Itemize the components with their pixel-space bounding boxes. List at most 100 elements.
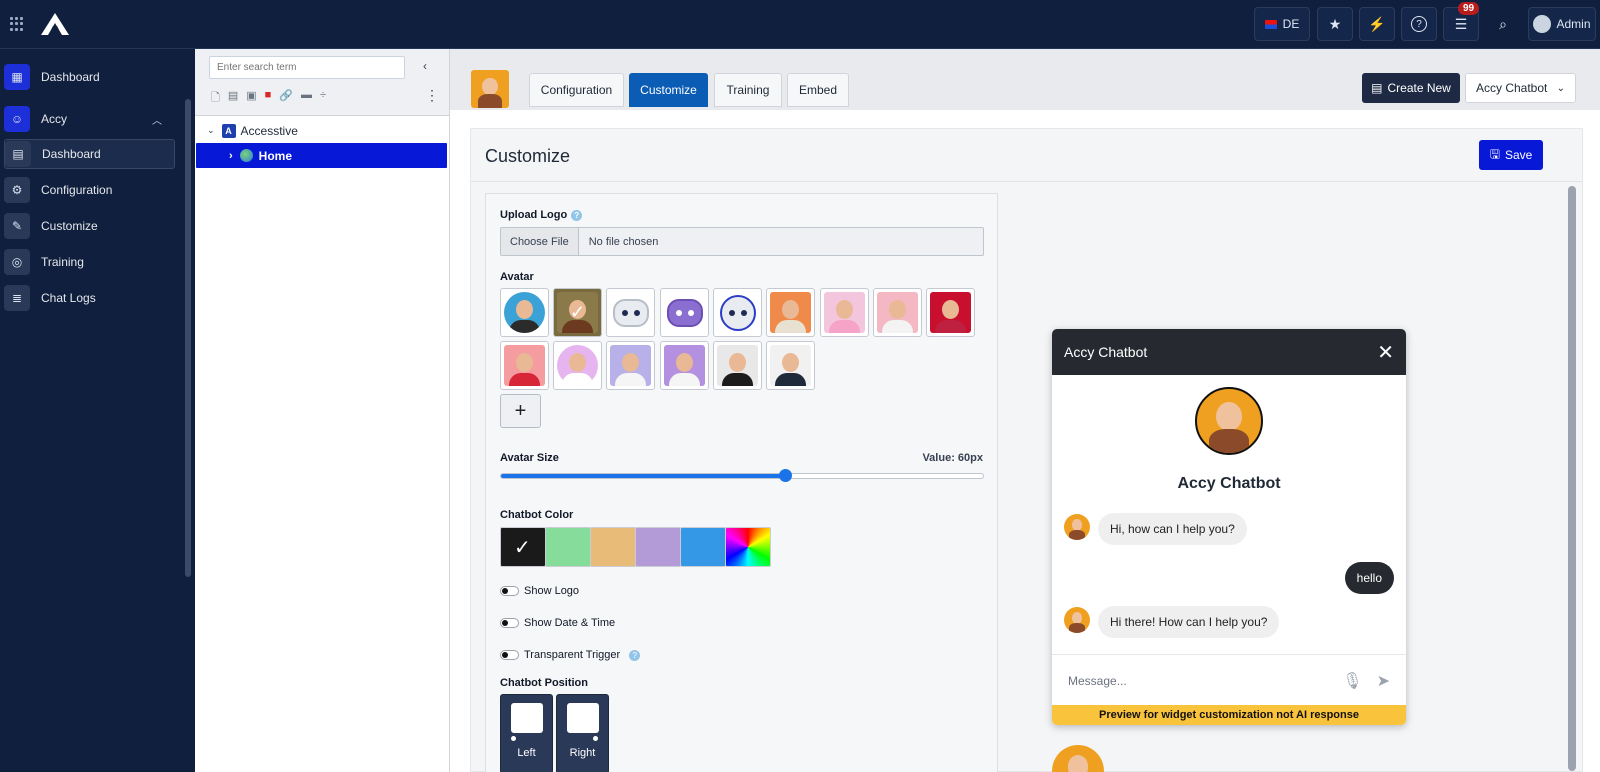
- check-icon: ✓: [514, 537, 531, 559]
- page-icon[interactable]: ▤: [228, 89, 238, 108]
- chevron-down-icon[interactable]: ⌄: [207, 125, 215, 136]
- transparent-trigger-toggle[interactable]: Transparent Trigger?: [500, 649, 641, 661]
- tree-node-label: Accesstive: [240, 123, 298, 138]
- color-swatch[interactable]: [635, 527, 681, 567]
- language-switcher[interactable]: DE: [1254, 7, 1310, 41]
- help-button[interactable]: ?: [1401, 7, 1437, 41]
- bot-message: Hi, how can I help you?: [1098, 513, 1247, 545]
- main-content: Configuration Customize Training Embed ▤…: [450, 49, 1600, 772]
- collapse-panel-icon[interactable]: ‹: [423, 59, 427, 73]
- chevron-right-icon[interactable]: ›: [229, 150, 233, 162]
- avatar-option[interactable]: [606, 288, 655, 337]
- help-icon[interactable]: ?: [571, 209, 583, 221]
- window-icon: [566, 703, 599, 733]
- bot-select[interactable]: Accy Chatbot ⌄: [1465, 73, 1576, 103]
- toggle-switch[interactable]: [500, 586, 519, 596]
- favorites-button[interactable]: ★: [1317, 7, 1353, 41]
- sidebar-item-accy-dashboard[interactable]: ▤ Dashboard: [4, 139, 175, 169]
- sidebar-item-configuration[interactable]: ⚙ Configuration: [0, 175, 180, 205]
- bot-header: Configuration Customize Training Embed ▤…: [450, 49, 1600, 110]
- position-left-option[interactable]: Left: [500, 694, 553, 772]
- user-menu[interactable]: Admin: [1528, 7, 1596, 41]
- tab-customize[interactable]: Customize: [629, 73, 708, 107]
- send-icon[interactable]: ➤: [1377, 671, 1390, 691]
- avatar-option[interactable]: [713, 288, 762, 337]
- avatar-option[interactable]: [500, 288, 549, 337]
- message-input[interactable]: Message...: [1068, 674, 1342, 688]
- avatar-option[interactable]: [820, 288, 869, 337]
- avatar-option[interactable]: [766, 288, 815, 337]
- delete-page-icon[interactable]: ■: [265, 89, 272, 108]
- gear-icon: ⚙: [4, 177, 30, 203]
- sidebar-item-label: Chat Logs: [41, 291, 96, 305]
- logo-file-input[interactable]: Choose File No file chosen: [500, 227, 984, 256]
- sidebar-item-accy[interactable]: ☺ Accy ︿: [0, 104, 180, 134]
- sidebar-item-customize[interactable]: ✎ Customize: [0, 211, 180, 241]
- avatar-option[interactable]: [873, 288, 922, 337]
- search-button[interactable]: ⌕: [1485, 7, 1521, 41]
- new-page-icon[interactable]: 🗋: [211, 89, 220, 108]
- site-icon: A: [221, 123, 236, 138]
- position-right-option[interactable]: Right: [556, 694, 609, 772]
- more-options-icon[interactable]: ⋮: [425, 87, 439, 104]
- sidebar-item-training[interactable]: ◎ Training: [0, 247, 180, 277]
- avatar-option[interactable]: [713, 341, 762, 390]
- quick-actions-button[interactable]: ⚡: [1359, 7, 1395, 41]
- link-icon[interactable]: 🔗: [279, 89, 293, 108]
- color-swatch[interactable]: [545, 527, 591, 567]
- chat-bot-avatar: [1195, 387, 1263, 455]
- sidebar-item-label: Customize: [41, 219, 98, 233]
- avatar-option[interactable]: [926, 288, 975, 337]
- microphone-icon[interactable]: 🎙: [1342, 671, 1362, 691]
- slider-handle[interactable]: [779, 469, 793, 482]
- avatar-option[interactable]: [660, 341, 709, 390]
- show-logo-toggle[interactable]: Show Logo: [500, 585, 579, 597]
- tab-configuration[interactable]: Configuration: [529, 73, 624, 107]
- color-swatch[interactable]: [725, 527, 771, 567]
- color-swatch[interactable]: ✓: [500, 527, 546, 567]
- tree-node-accesstive[interactable]: ⌄ A Accesstive: [207, 118, 298, 143]
- tab-training[interactable]: Training: [714, 73, 782, 107]
- move-page-icon[interactable]: ▣: [246, 89, 256, 108]
- robot-avatar-icon: [612, 298, 649, 327]
- divider-icon[interactable]: ÷: [320, 89, 326, 108]
- tree-search-input[interactable]: [209, 56, 405, 79]
- content-scrollbar[interactable]: [1568, 186, 1576, 771]
- add-avatar-button[interactable]: +: [500, 394, 541, 428]
- save-button[interactable]: 🖫 Save: [1479, 140, 1543, 170]
- chat-trigger-avatar[interactable]: [1052, 745, 1104, 772]
- page-tree-panel: ‹ 🗋 ▤ ▣ ■ 🔗 ▬ ÷ ⋮ ⌄ A Accesstive › Home: [195, 49, 450, 772]
- help-icon[interactable]: ?: [629, 649, 641, 661]
- folder-icon[interactable]: ▬: [301, 89, 312, 108]
- toggle-switch[interactable]: [500, 618, 519, 628]
- choose-file-button[interactable]: Choose File: [501, 228, 579, 255]
- create-new-button[interactable]: ▤ Create New: [1362, 73, 1460, 103]
- color-swatch[interactable]: [590, 527, 636, 567]
- brand-logo[interactable]: [40, 12, 70, 39]
- tab-embed[interactable]: Embed: [787, 73, 849, 107]
- avatar-size-slider[interactable]: [500, 469, 984, 482]
- sidebar-scrollbar[interactable]: [185, 99, 191, 577]
- robot-icon: ☺: [4, 106, 30, 132]
- avatar-option-selected[interactable]: ✓: [553, 288, 602, 337]
- toggle-switch[interactable]: [500, 650, 519, 660]
- avatar-option[interactable]: [553, 341, 602, 390]
- avatar-option[interactable]: [606, 341, 655, 390]
- apps-grid-icon[interactable]: [10, 17, 24, 31]
- bot-avatar: [471, 70, 509, 108]
- avatar-option[interactable]: [766, 341, 815, 390]
- avatar-option[interactable]: [500, 341, 549, 390]
- color-swatch[interactable]: [680, 527, 726, 567]
- chat-header-title: Accy Chatbot: [1064, 344, 1148, 360]
- check-icon: ✓: [569, 302, 586, 322]
- show-datetime-toggle[interactable]: Show Date & Time: [500, 617, 615, 629]
- sidebar-item-label: Accy: [41, 112, 68, 126]
- tree-node-home[interactable]: › Home: [196, 143, 447, 168]
- brain-icon: ◎: [4, 249, 30, 275]
- chat-input-row: Message... 🎙 ➤: [1052, 654, 1406, 706]
- sidebar-item-dashboard[interactable]: ▦ Dashboard: [0, 62, 180, 92]
- close-icon[interactable]: ✕: [1377, 340, 1394, 365]
- sidebar-item-chat-logs[interactable]: ≣ Chat Logs: [0, 283, 180, 313]
- avatar-option[interactable]: [660, 288, 709, 337]
- toggle-label: Transparent Trigger: [524, 649, 621, 661]
